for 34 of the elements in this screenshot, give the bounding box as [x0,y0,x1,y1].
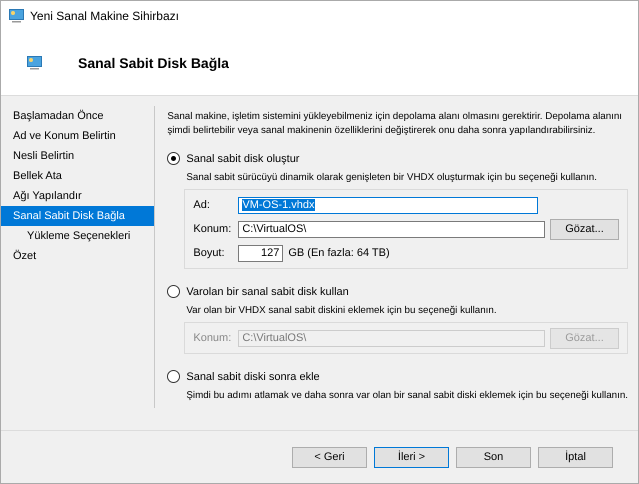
wizard-button[interactable]: < Geri [292,446,367,468]
wizard-button[interactable]: İleri > [374,446,449,468]
sidebar-item[interactable]: Özet [1,246,154,266]
option-description: Şimdi bu adımı atlamak ve daha sonra var olan bir sanal sabit diski eklemek için bu seçeneği kullanın. [186,390,628,401]
size-unit: GB (En fazla: 64 TB) [288,247,390,259]
page-icon [27,56,42,70]
location-field[interactable]: C:\VirtualOS\ [238,220,545,238]
radio-label: Varolan bir sanal sabit disk kullan [186,286,349,298]
field-label: Konum: [193,223,232,235]
sidebar-item[interactable]: Ad ve Konum Belirtin [1,126,154,146]
sidebar-item[interactable]: Ağı Yapılandır [1,186,154,206]
sidebar-item[interactable]: Yükleme Seçenekleri [1,226,154,246]
sidebar-item[interactable]: Nesli Belirtin [1,146,154,166]
wizard-button[interactable]: Son [456,446,531,468]
sidebar-item[interactable]: Başlamadan Önce [1,106,154,126]
radio-button[interactable] [167,152,180,165]
intro-text: Sanal makine, işletim sistemini yükleyebilmeniz için depolama alanı olmasını gerektirir. Depolama alanını şimdi belirtebilir veya sanal makinenin özelliklerini değiştirerek onu daha sonra yapılandırabilirsiniz. [167,110,624,138]
radio-label: Sanal sabit diski sonra ekle [186,370,320,382]
radio-button[interactable] [167,370,180,383]
radio-label: Sanal sabit disk oluştur [186,152,300,164]
app-icon [9,9,24,23]
field-label: Ad: [193,199,211,211]
size-field[interactable]: 127 [238,244,284,262]
wizard-button[interactable]: İptal [538,446,613,468]
browse-button[interactable]: Gözat... [550,218,619,240]
field-label: Konum: [193,332,232,344]
page-title: Sanal Sabit Disk Bağla [78,55,229,71]
sidebar-item[interactable]: Sanal Sabit Disk Bağla [1,206,154,226]
sidebar-item[interactable]: Bellek Ata [1,166,154,186]
window-title: Yeni Sanal Makine Sihirbazı [30,9,179,23]
option-description: Var olan bir VHDX sanal sabit diskini eklemek için bu seçeneği kullanın. [186,305,498,316]
field-label: Boyut: [193,247,226,259]
option-description: Sanal sabit sürücüyü dinamik olarak genişleten bir VHDX oluşturmak için bu seçeneği kullanın. [186,172,598,183]
name-field[interactable]: VM-OS-1.vhdx [238,196,538,214]
